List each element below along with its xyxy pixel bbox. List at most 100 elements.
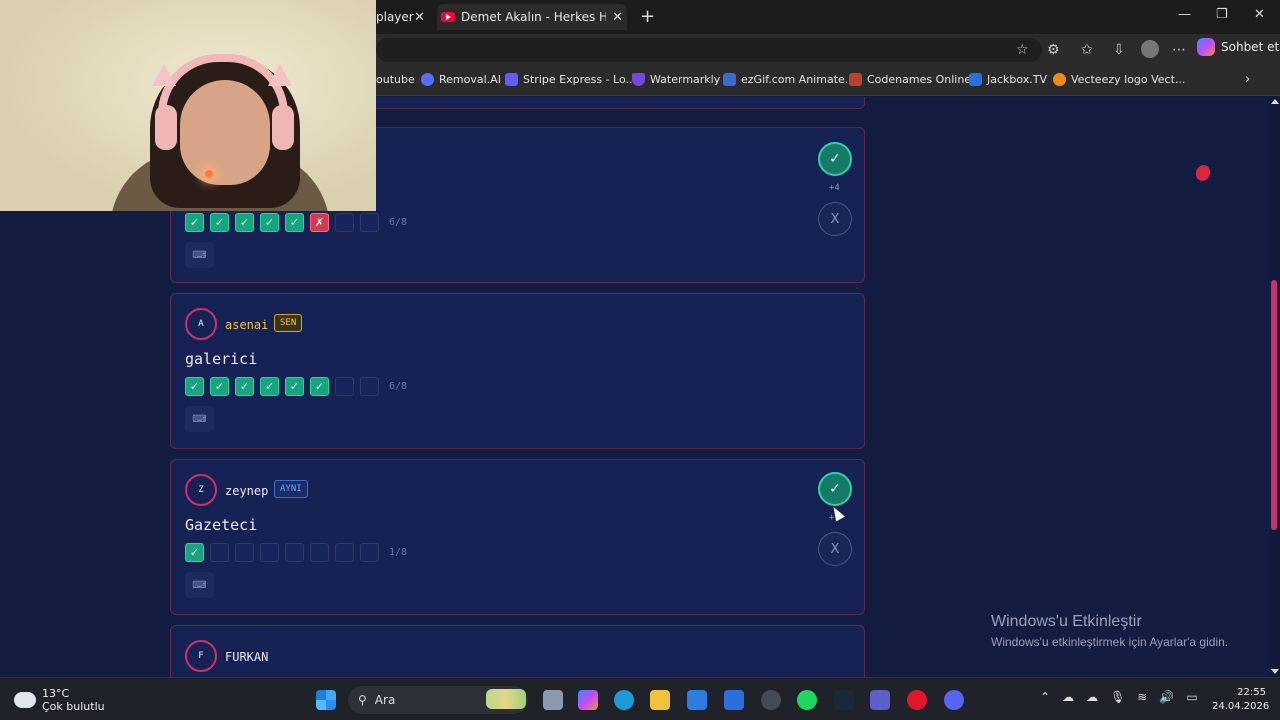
downloads-icon[interactable]: ⇩ bbox=[1113, 42, 1125, 58]
cloud-sync-icon[interactable]: ☁ bbox=[1086, 690, 1098, 704]
file-explorer-icon[interactable] bbox=[650, 690, 670, 710]
player-card-furkan: F FURKAN bbox=[170, 625, 865, 677]
mic-light bbox=[205, 170, 213, 178]
opera-icon[interactable] bbox=[907, 690, 927, 710]
chatgpt-icon[interactable] bbox=[761, 690, 781, 710]
empty-mark bbox=[360, 213, 379, 232]
task-view-icon[interactable] bbox=[543, 690, 563, 710]
chevron-right-icon[interactable]: › bbox=[1245, 72, 1250, 87]
keyboard-icon: ⌨ bbox=[185, 242, 214, 268]
microsoft-store-icon[interactable] bbox=[687, 690, 707, 710]
microphone-icon[interactable]: 🎙 bbox=[1110, 690, 1125, 704]
bookmark-ezgif[interactable]: ezGif.com Animate... bbox=[723, 73, 855, 86]
correct-mark: ✓ bbox=[210, 377, 229, 396]
player-word: Gazeteci bbox=[185, 516, 258, 534]
correct-mark: ✓ bbox=[285, 213, 304, 232]
watermarkly-shield-icon bbox=[632, 73, 645, 86]
progress-count: 6/8 bbox=[389, 381, 408, 392]
keyboard-icon: ⌨ bbox=[185, 406, 214, 432]
battery-icon[interactable]: ▭ bbox=[1186, 690, 1197, 704]
taskbar-clock[interactable]: 22:55 24.04.2026 bbox=[1212, 686, 1269, 714]
jackbox-icon bbox=[969, 73, 982, 86]
favorites-icon[interactable]: ✩ bbox=[1081, 42, 1093, 58]
empty-mark bbox=[335, 213, 354, 232]
more-menu-icon[interactable]: ⋯ bbox=[1172, 42, 1186, 58]
copilot-app-icon[interactable] bbox=[578, 690, 598, 710]
wrong-mark: ✗ bbox=[310, 213, 329, 232]
windows-activation-watermark: Windows'u Etkinleştir Windows'u etkinleş… bbox=[991, 613, 1228, 649]
vote-no-button[interactable]: X bbox=[818, 202, 852, 236]
removal-ai-icon bbox=[421, 73, 434, 86]
favorite-star-icon[interactable]: ☆ bbox=[1016, 42, 1029, 58]
url-field[interactable] bbox=[376, 38, 1042, 62]
copilot-icon bbox=[1197, 38, 1215, 56]
bookmark-removal-ai[interactable]: Removal.AI bbox=[421, 73, 501, 86]
onedrive-icon[interactable]: ☁ bbox=[1062, 690, 1074, 704]
player-name: FURKAN bbox=[225, 650, 269, 664]
bookmark-label: Watermarkly bbox=[650, 73, 721, 86]
maximize-button[interactable]: ❐ bbox=[1216, 7, 1228, 22]
empty-mark bbox=[335, 543, 354, 562]
windows-taskbar: 13°C Çok bulutlu ⚲ Ara ⌃ ☁ ☁ 🎙 ≋ 🔊 ▭ 22:… bbox=[0, 677, 1280, 720]
correct-mark: ✓ bbox=[185, 377, 204, 396]
player-name: zeynep bbox=[225, 484, 269, 498]
progress-marks: ✓ ✓ ✓ ✓ ✓ ✗ 6/8 bbox=[185, 213, 407, 232]
bookmark-watermarkly[interactable]: Watermarkly bbox=[632, 73, 720, 86]
weather-widget[interactable]: 13°C Çok bulutlu bbox=[14, 687, 105, 713]
ezgif-icon bbox=[723, 73, 736, 86]
player-card-zeynep: Z zeynep AYNI Gazeteci ✓ 1/8 ⌨ ✓ +1 X bbox=[170, 459, 865, 615]
correct-mark: ✓ bbox=[260, 213, 279, 232]
bookmark-jackbox[interactable]: Jackbox.TV bbox=[969, 73, 1047, 86]
vote-yes-button[interactable]: ✓ bbox=[818, 472, 852, 506]
search-placeholder: Ara bbox=[374, 693, 396, 707]
wifi-icon[interactable]: ≋ bbox=[1137, 690, 1147, 704]
empty-mark bbox=[285, 543, 304, 562]
tab-label: Demet Akalın - Herkes Hak Ettiği G bbox=[461, 10, 607, 24]
close-window-button[interactable]: ✕ bbox=[1254, 7, 1265, 22]
scrollbar-thumb[interactable] bbox=[1271, 280, 1277, 530]
vecteezy-icon bbox=[1053, 73, 1066, 86]
player-avatar: A bbox=[185, 308, 217, 340]
tab-close-icon[interactable]: ✕ bbox=[612, 10, 623, 25]
tab-player[interactable]: player bbox=[376, 4, 434, 30]
tab-demet-akalin[interactable]: Demet Akalın - Herkes Hak Ettiği G ✕ bbox=[437, 4, 627, 30]
discord-icon[interactable] bbox=[944, 690, 964, 710]
headphone-cup-left bbox=[155, 105, 177, 150]
cloud-icon bbox=[14, 687, 36, 708]
vote-no-button[interactable]: X bbox=[818, 532, 852, 566]
bookmark-youtube[interactable]: outube bbox=[376, 73, 415, 86]
bookmark-codenames[interactable]: Codenames Online bbox=[849, 73, 971, 86]
codenames-icon bbox=[849, 73, 862, 86]
bookmark-vecteezy[interactable]: Vecteezy logo Vect... bbox=[1053, 73, 1185, 86]
steam-icon[interactable] bbox=[834, 690, 854, 710]
vote-score: +4 bbox=[829, 183, 840, 193]
player-name: asenai bbox=[225, 318, 269, 332]
start-button[interactable] bbox=[316, 690, 336, 710]
profile-avatar[interactable] bbox=[1141, 40, 1159, 58]
scroll-up-arrow-icon[interactable] bbox=[1271, 99, 1279, 104]
tab-close-icon[interactable]: ✕ bbox=[414, 10, 425, 25]
vote-yes-button[interactable]: ✓ bbox=[818, 142, 852, 176]
edge-icon[interactable] bbox=[614, 690, 634, 710]
new-tab-button[interactable]: + bbox=[640, 6, 655, 27]
search-highlight-image bbox=[486, 689, 526, 709]
spotify-icon[interactable] bbox=[797, 690, 817, 710]
screen: player ✕ Demet Akalın - Herkes Hak Ettiğ… bbox=[0, 0, 1280, 720]
volume-icon[interactable]: 🔊 bbox=[1159, 690, 1174, 704]
correct-mark: ✓ bbox=[210, 213, 229, 232]
chevron-up-icon[interactable]: ⌃ bbox=[1040, 690, 1050, 704]
bookmark-label: Codenames Online bbox=[867, 73, 972, 86]
outlook-icon[interactable] bbox=[724, 690, 744, 710]
minimize-button[interactable]: — bbox=[1178, 7, 1191, 22]
scroll-down-arrow-icon[interactable] bbox=[1271, 669, 1279, 674]
progress-marks: ✓ 1/8 bbox=[185, 543, 407, 562]
copilot-button[interactable]: Sohbet et bbox=[1197, 38, 1279, 56]
system-tray: ⌃ ☁ ☁ 🎙 ≋ 🔊 ▭ bbox=[1040, 690, 1198, 704]
stripe-icon bbox=[505, 73, 518, 86]
keyboard-icon: ⌨ bbox=[185, 572, 214, 598]
empty-mark bbox=[260, 543, 279, 562]
bookmark-stripe-express[interactable]: Stripe Express - Lo... bbox=[505, 73, 636, 86]
teams-icon[interactable] bbox=[870, 690, 890, 710]
extensions-icon[interactable]: ⚙ bbox=[1047, 42, 1060, 58]
clock-time: 22:55 bbox=[1237, 687, 1266, 698]
